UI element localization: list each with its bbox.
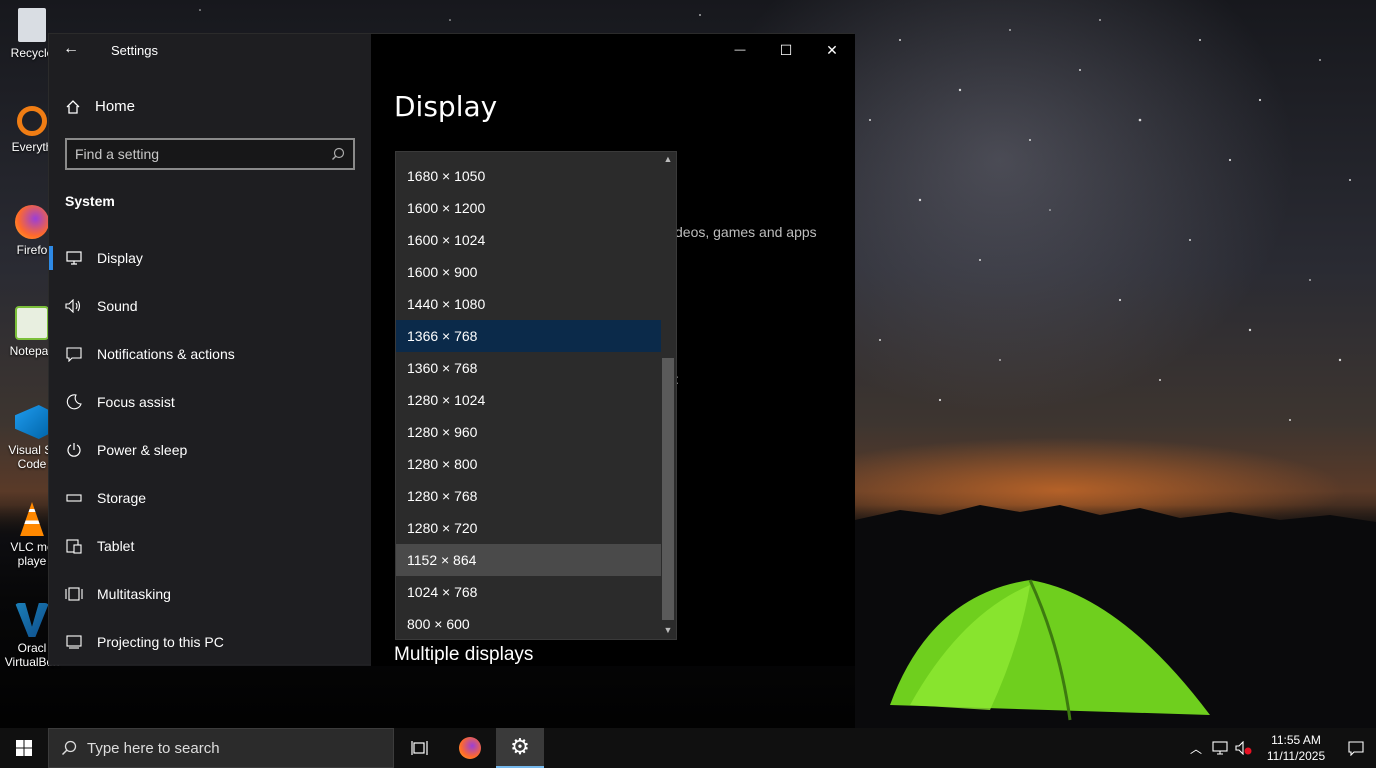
resolution-option[interactable]: 1600 × 900 — [396, 256, 661, 288]
nav-item-multitasking[interactable]: Multitasking — [49, 570, 371, 618]
clock-time: 11:55 AM — [1271, 733, 1321, 747]
task-view-icon — [411, 741, 428, 755]
notification-icon — [65, 345, 83, 363]
nav-item-focus-assist[interactable]: Focus assist — [49, 378, 371, 426]
window-title: Settings — [111, 43, 158, 58]
resolution-option[interactable]: 1360 × 768 — [396, 352, 661, 384]
resolution-option[interactable]: 1680 × 1050 — [396, 160, 661, 192]
nav-label: Power & sleep — [97, 442, 188, 458]
vlc-icon — [20, 502, 44, 536]
task-view-button[interactable] — [396, 728, 444, 768]
resolution-option[interactable]: 800 × 600 — [396, 608, 661, 639]
window-caption-buttons: — ☐ ✕ — [717, 34, 855, 66]
notification-icon — [1348, 741, 1364, 756]
resolution-option[interactable]: 1024 × 768 — [396, 576, 661, 608]
nav-item-notifications[interactable]: Notifications & actions — [49, 330, 371, 378]
clock-date: 11/11/2025 — [1266, 749, 1326, 763]
virtualbox-icon — [15, 603, 49, 637]
close-button[interactable]: ✕ — [809, 34, 855, 66]
multitasking-icon — [65, 585, 83, 603]
home-icon — [66, 99, 80, 114]
section-title: System — [65, 193, 115, 209]
taskbar-settings-button[interactable]: ⚙ — [496, 728, 544, 768]
taskbar: Type here to search ⚙ ︿ 11:55 AM 11/11/2… — [0, 728, 1376, 768]
resolution-option[interactable]: 1600 × 1024 — [396, 224, 661, 256]
power-icon — [65, 441, 83, 459]
back-button[interactable]: ← — [63, 40, 83, 60]
moon-icon — [65, 393, 83, 411]
background-description: deos, games and apps — [675, 224, 817, 240]
taskbar-search-placeholder: Type here to search — [87, 739, 220, 757]
home-label: Home — [95, 98, 136, 115]
resolution-option[interactable]: 1366 × 768 — [396, 320, 661, 352]
vscode-icon — [15, 405, 49, 439]
maximize-button[interactable]: ☐ — [763, 34, 809, 66]
speaker-icon — [65, 297, 83, 315]
maximize-icon: ☐ — [779, 41, 793, 58]
nav-item-storage[interactable]: Storage — [49, 474, 371, 522]
resolution-options: 1680 × 1050 1600 × 1200 1600 × 1024 1600 × … — [396, 160, 661, 639]
gear-icon: ⚙ — [510, 734, 530, 759]
nav-label: Storage — [97, 490, 147, 506]
nav-item-sound[interactable]: Sound — [49, 282, 371, 330]
nav-label: Notifications & actions — [97, 346, 235, 362]
minimize-button[interactable]: — — [717, 34, 763, 66]
resolution-option[interactable]: 1280 × 720 — [396, 512, 661, 544]
system-tray: ︿ 11:55 AM 11/11/2025 — [1184, 728, 1376, 768]
network-icon[interactable] — [1208, 728, 1232, 768]
taskbar-search-box[interactable]: Type here to search — [48, 728, 394, 768]
nav-item-display[interactable]: Display — [49, 234, 371, 282]
resolution-option[interactable]: 1440 × 1080 — [396, 288, 661, 320]
dropdown-scrollbar[interactable]: ▲ ▼ — [660, 152, 676, 639]
nav-label: Multitasking — [97, 586, 171, 602]
search-placeholder: Find a setting — [75, 146, 160, 162]
nav-label: Display — [97, 250, 143, 266]
storage-icon — [65, 489, 83, 507]
notepad-plus-icon — [15, 306, 49, 340]
nav-label: Tablet — [97, 538, 135, 554]
page-title: Display — [394, 90, 498, 123]
find-setting-input[interactable]: Find a setting — [65, 138, 355, 170]
recycle-bin-icon — [18, 8, 46, 42]
wallpaper-tent — [890, 579, 1210, 721]
search-icon — [332, 147, 345, 160]
volume-muted-icon[interactable] — [1232, 728, 1256, 768]
firefox-icon — [459, 737, 481, 759]
back-arrow-icon: ← — [63, 40, 79, 57]
taskbar-firefox-button[interactable] — [446, 728, 494, 768]
everything-icon — [17, 106, 47, 136]
scroll-up-icon[interactable]: ▲ — [660, 152, 676, 166]
settings-sidebar: ← Settings Home Find a setting System Di… — [49, 34, 371, 666]
monitor-icon — [65, 249, 83, 267]
firefox-icon — [15, 205, 49, 239]
start-button[interactable] — [0, 728, 48, 768]
windows-logo-icon — [16, 740, 32, 756]
resolution-option[interactable]: 1280 × 800 — [396, 448, 661, 480]
scroll-down-icon[interactable]: ▼ — [660, 623, 676, 637]
nav-label: Sound — [97, 298, 138, 314]
resolution-option[interactable]: 1280 × 768 — [396, 480, 661, 512]
home-link[interactable]: Home — [65, 98, 135, 115]
scroll-thumb[interactable] — [662, 358, 674, 620]
action-center-button[interactable] — [1336, 728, 1376, 768]
nav-item-power-sleep[interactable]: Power & sleep — [49, 426, 371, 474]
multiple-displays-heading: Multiple displays — [394, 644, 534, 665]
resolution-option[interactable]: 1152 × 864 — [396, 544, 661, 576]
nav-label: Focus assist — [97, 394, 175, 410]
resolution-option[interactable]: 1280 × 960 — [396, 416, 661, 448]
settings-nav: Display Sound Notifications & actions Fo… — [49, 234, 371, 666]
tray-chevron-up-icon[interactable]: ︿ — [1184, 728, 1208, 768]
minimize-icon: — — [734, 44, 746, 56]
tablet-icon — [65, 537, 83, 555]
resolution-dropdown[interactable]: 1680 × 1050 1600 × 1200 1600 × 1024 1600 × … — [395, 151, 677, 640]
resolution-option[interactable]: 1280 × 1024 — [396, 384, 661, 416]
taskbar-clock[interactable]: 11:55 AM 11/11/2025 — [1256, 732, 1336, 764]
resolution-option[interactable]: 1600 × 1200 — [396, 192, 661, 224]
nav-item-projecting[interactable]: Projecting to this PC — [49, 618, 371, 666]
search-icon — [61, 740, 77, 756]
close-icon: ✕ — [826, 41, 838, 58]
projecting-icon — [65, 633, 83, 651]
nav-item-tablet[interactable]: Tablet — [49, 522, 371, 570]
nav-label: Projecting to this PC — [97, 634, 224, 650]
